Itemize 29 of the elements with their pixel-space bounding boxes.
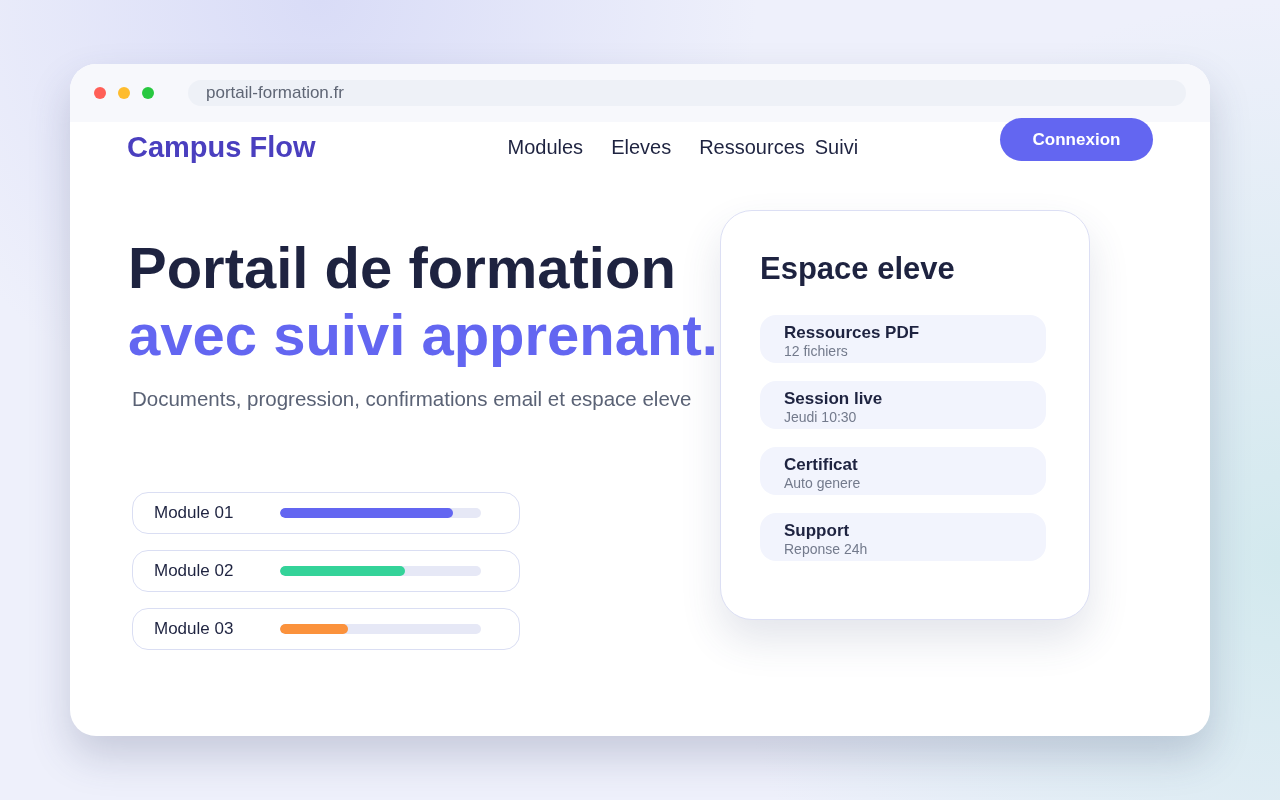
close-dot-icon[interactable] [94, 87, 106, 99]
hero-title: Portail de formation [128, 234, 677, 301]
nav-link[interactable]: Modules [507, 135, 584, 159]
maximize-dot-icon[interactable] [142, 87, 154, 99]
nav-link[interactable]: Suivi [814, 135, 859, 159]
card-item[interactable]: Session live Jeudi 10:30 [760, 381, 1046, 429]
nav-link[interactable]: Ressources [699, 135, 805, 159]
logo[interactable]: Campus Flow [127, 130, 316, 164]
card-title: Espace eleve [760, 250, 956, 288]
item-subtitle: 12 fichiers [784, 343, 848, 359]
item-subtitle: Reponse 24h [784, 541, 868, 557]
item-title: Support [784, 521, 850, 541]
item-title: Ressources PDF [784, 323, 920, 343]
login-button[interactable]: Connexion [1000, 118, 1153, 161]
item-title: Session live [784, 389, 883, 409]
card-item[interactable]: Certificat Auto genere [760, 447, 1046, 495]
nav-link[interactable]: Eleves [611, 135, 672, 159]
hero-subtitle: Documents, progression, confirmations email et espace eleve [132, 386, 693, 412]
card-item[interactable]: Support Reponse 24h [760, 513, 1046, 561]
item-title: Certificat [784, 455, 858, 475]
card-item[interactable]: Ressources PDF 12 fichiers [760, 315, 1046, 363]
address-bar[interactable]: portail-formation.fr [188, 80, 1186, 106]
module-label: Module 01 [154, 503, 235, 523]
module-label: Module 03 [154, 619, 235, 639]
item-subtitle: Jeudi 10:30 [784, 409, 857, 425]
module-label: Module 02 [154, 561, 235, 581]
hero-title-accent: avec suivi apprenant. [128, 301, 719, 368]
item-subtitle: Auto genere [784, 475, 861, 491]
minimize-dot-icon[interactable] [118, 87, 130, 99]
